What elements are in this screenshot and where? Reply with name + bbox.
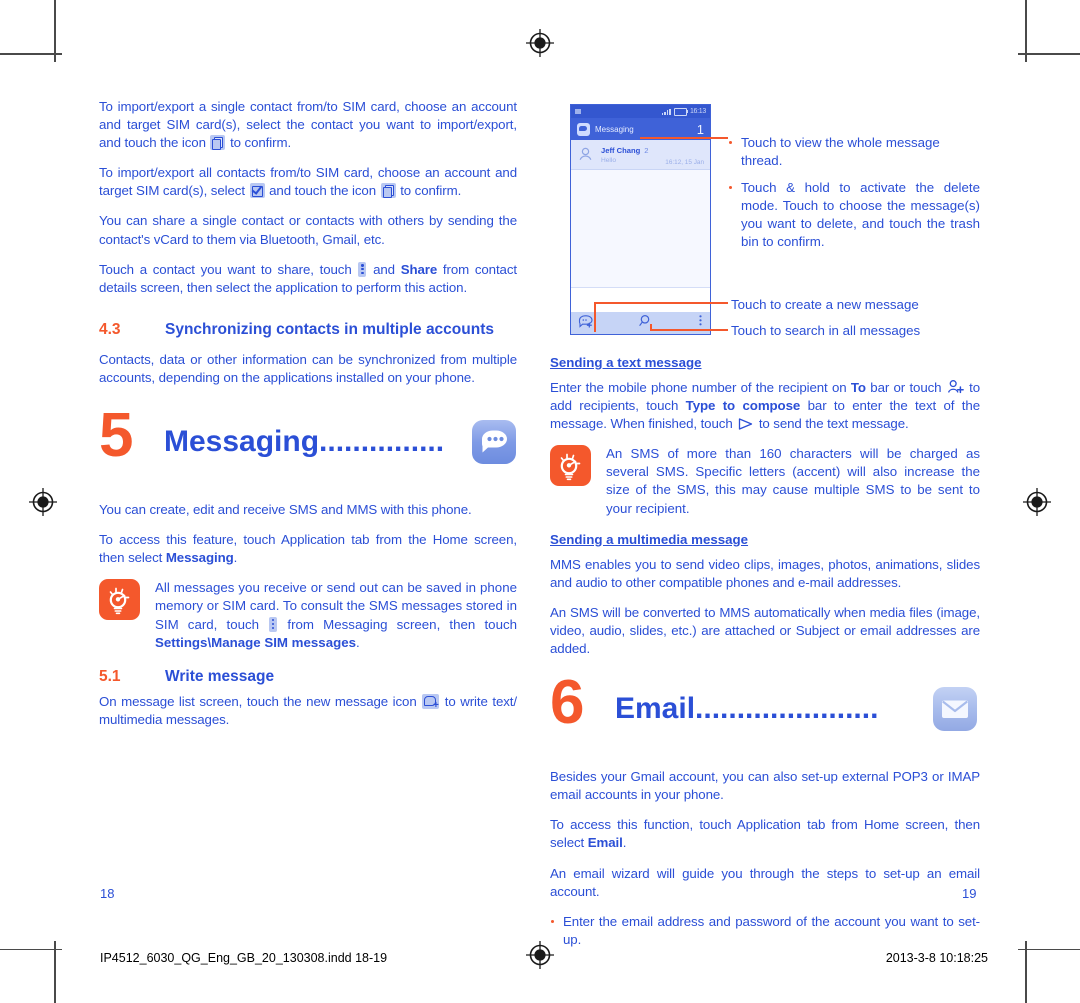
- paragraph-share-contact: Touch a contact you want to share, touch…: [99, 261, 517, 295]
- crop-mark-top-right-h: [1018, 53, 1080, 55]
- page-number-left: 18: [100, 886, 115, 901]
- message-list-empty-area: [571, 170, 710, 287]
- contact-avatar-icon: [577, 146, 594, 163]
- chapter-heading-5: 5 Messaging...............: [99, 405, 517, 491]
- manual-page-spread: To import/export a single contact from/t…: [0, 0, 1080, 1003]
- app-bar-title: Messaging: [595, 124, 634, 134]
- app-bar-count: 1: [696, 121, 704, 137]
- tip-note-text: All messages you receive or send out can…: [155, 580, 518, 650]
- thread-timestamp: 16:12, 15 Jan: [665, 159, 704, 166]
- section-number: 4.3: [99, 320, 121, 338]
- phone-frame: 16:13 Messaging 1 Jeff Chang 2 Hello 16:…: [570, 104, 711, 335]
- paragraph-sync-accounts: Contacts, data or other information can …: [99, 351, 517, 385]
- chapter-title: Messaging...............: [164, 425, 445, 459]
- paragraph-email-bullet: Enter the email address and password of …: [550, 913, 980, 949]
- new-message-icon[interactable]: [578, 314, 593, 333]
- chapter-title: Email......................: [615, 692, 879, 726]
- callout-leader-search-v: [650, 324, 652, 330]
- tip-note-sms-length: An SMS of more than 160 characters will …: [550, 445, 980, 517]
- overflow-menu-icon: [269, 616, 278, 632]
- registration-mark-right: [1022, 487, 1052, 517]
- paragraph-write-message: On message list screen, touch the new me…: [99, 693, 517, 729]
- status-notification-icon: [575, 109, 581, 114]
- paragraph-messaging-intro: You can create, edit and receive SMS and…: [99, 502, 472, 518]
- callout-leader-new-message-h: [594, 302, 728, 304]
- crop-mark-top-left-h: [0, 53, 62, 55]
- crop-mark-bottom-right-h: [1018, 948, 1080, 950]
- callout-thread-bullets: Touch to view the whole message thread. …: [728, 134, 980, 261]
- tip-note-text: An SMS of more than 160 characters will …: [606, 446, 980, 516]
- signal-bars-icon: [661, 108, 671, 115]
- paragraph-import-export-all: To import/export all contacts from/to SI…: [99, 165, 517, 199]
- paragraph-email-intro: Besides your Gmail account, you can also…: [550, 769, 980, 803]
- left-page-column: To import/export a single contact from/t…: [99, 98, 517, 729]
- paragraph-mms-intro: MMS enables you to send video clips, ima…: [550, 556, 980, 590]
- section-title: Synchronizing contacts in multiple accou…: [165, 320, 494, 338]
- paragraph-email-access: To access this function, touch Applicati…: [550, 817, 980, 851]
- subheading-sending-multimedia-message: Sending a multimedia message: [550, 531, 749, 547]
- paragraph-sending-text: Enter the mobile phone number of the rec…: [550, 379, 981, 432]
- callout-bullet: Touch & hold to activate the delete mode…: [728, 179, 980, 251]
- phone-white-strip: [571, 287, 710, 312]
- crop-mark-bottom-left-v: [54, 941, 56, 1003]
- paragraph-messaging-access: To access this feature, touch Applicatio…: [99, 532, 517, 566]
- new-message-icon: [422, 693, 440, 711]
- email-app-icon: [932, 686, 978, 732]
- callout-new-message-label: Touch to create a new message: [731, 297, 919, 312]
- messaging-app-icon: [471, 419, 517, 465]
- copy-icon: [380, 183, 396, 199]
- callout-leader-new-message-v: [594, 302, 596, 332]
- overflow-menu-icon: [358, 261, 367, 277]
- crop-mark-bottom-left-h: [0, 948, 62, 950]
- paragraph-mms-conversion: An SMS will be converted to MMS automati…: [550, 604, 980, 657]
- subheading-sending-text-message: Sending a text message: [550, 355, 702, 370]
- select-all-checkbox-icon: [249, 183, 265, 199]
- messaging-app-icon: [577, 122, 590, 136]
- callout-leader-search-h: [650, 329, 728, 331]
- tip-note-sim-messages: All messages you receive or send out can…: [99, 579, 517, 651]
- thread-unread-count: 2: [644, 145, 649, 155]
- registration-mark-left: [28, 487, 58, 517]
- section-heading-4-3: 4.3 Synchronizing contacts in multiple a…: [99, 319, 517, 340]
- battery-icon: [673, 107, 688, 116]
- callout-leader-thread: [640, 137, 728, 139]
- add-recipient-icon: [947, 379, 964, 395]
- copy-icon: [210, 135, 226, 151]
- send-icon: [737, 417, 754, 431]
- phone-screenshot-mock: 16:13 Messaging 1 Jeff Chang 2 Hello 16:…: [570, 104, 711, 335]
- paragraph-email-wizard: An email wizard will guide you through t…: [550, 865, 980, 899]
- chapter-number: 6: [550, 668, 585, 738]
- tip-bulb-icon: [550, 445, 591, 487]
- section-title: Write message: [165, 667, 275, 685]
- chapter-heading-6: 6 Email......................: [550, 672, 980, 758]
- paragraph-import-export-single: To import/export a single contact from/t…: [99, 99, 517, 151]
- section-number: 5.1: [99, 667, 121, 685]
- right-page-column: Sending a text message Enter the mobile …: [550, 355, 980, 949]
- phone-bottom-bar: [571, 312, 710, 334]
- callout-bullet: Touch to view the whole message thread.: [728, 134, 980, 170]
- paragraph-share-vcard: You can share a single contact or contac…: [99, 213, 517, 247]
- phone-status-bar: 16:13: [571, 105, 710, 118]
- thread-preview-text: Hello: [601, 156, 617, 164]
- thread-contact-name: Jeff Chang 2: [601, 145, 649, 155]
- status-clock: 16:13: [689, 108, 706, 115]
- chapter-number: 5: [99, 401, 134, 471]
- callout-search-label: Touch to search in all messages: [731, 323, 921, 338]
- crop-mark-bottom-right-v: [1025, 941, 1027, 1003]
- section-heading-5-1: 5.1 Write message: [99, 666, 517, 687]
- footer-file-name: IP4512_6030_QG_Eng_GB_20_130308.indd 18-…: [100, 951, 388, 965]
- tip-bulb-icon: [99, 579, 140, 621]
- registration-mark-top: [525, 28, 555, 58]
- footer-timestamp: 2013-3-8 10:18:25: [885, 951, 988, 965]
- message-thread-row[interactable]: Jeff Chang 2 Hello 16:12, 15 Jan: [571, 140, 710, 170]
- page-number-right: 19: [962, 886, 977, 901]
